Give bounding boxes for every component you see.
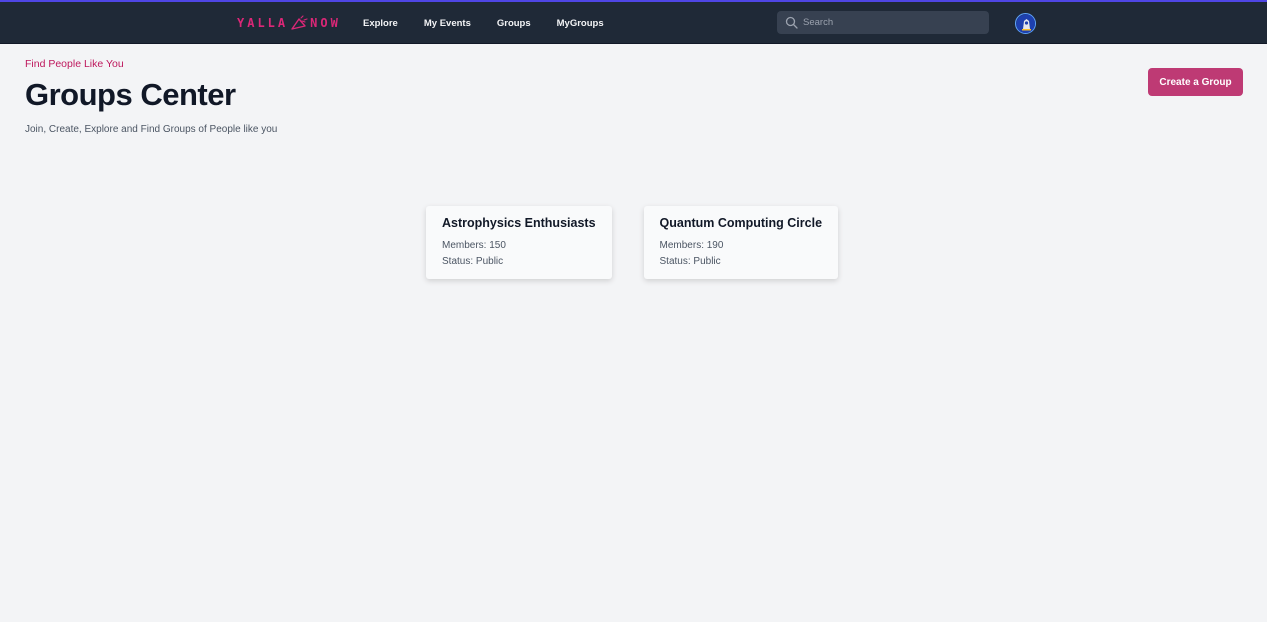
group-card[interactable]: Quantum Computing Circle Members: 190 St… xyxy=(643,206,839,279)
group-card-status: Status: Public xyxy=(442,256,504,267)
brand-logo-text-now: NOW xyxy=(310,16,341,30)
brand-logo-text-yalla: YALLA xyxy=(237,16,289,30)
page-title: Groups Center xyxy=(25,77,236,112)
brand-logo[interactable]: YALLA NOW xyxy=(237,14,341,32)
group-card[interactable]: Astrophysics Enthusiasts Members: 150 St… xyxy=(426,206,612,279)
search-icon xyxy=(785,16,798,29)
group-card-status: Status: Public xyxy=(659,256,721,267)
user-avatar[interactable] xyxy=(1015,13,1036,34)
nav-links: Explore My Events Groups MyGroups xyxy=(363,2,630,44)
top-navbar: YALLA NOW Explore My Events Groups MyGro… xyxy=(0,0,1267,44)
nav-link-mygroups[interactable]: MyGroups xyxy=(557,18,604,29)
page-eyebrow: Find People Like You xyxy=(25,58,124,70)
group-card-members: Members: 150 xyxy=(442,240,506,251)
group-card-title: Quantum Computing Circle xyxy=(659,216,823,230)
party-popper-icon xyxy=(290,15,308,31)
page-subtitle: Join, Create, Explore and Find Groups of… xyxy=(25,124,278,135)
nav-link-my-events[interactable]: My Events xyxy=(424,18,471,29)
create-group-button[interactable]: Create a Group xyxy=(1148,68,1243,96)
search-input[interactable] xyxy=(803,17,983,28)
group-card-members: Members: 190 xyxy=(659,240,724,251)
group-card-title: Astrophysics Enthusiasts xyxy=(442,216,596,230)
nav-link-groups[interactable]: Groups xyxy=(497,18,531,29)
nav-link-explore[interactable]: Explore xyxy=(363,18,398,29)
groups-list: Astrophysics Enthusiasts Members: 150 St… xyxy=(426,206,839,279)
search-box[interactable] xyxy=(777,11,989,34)
